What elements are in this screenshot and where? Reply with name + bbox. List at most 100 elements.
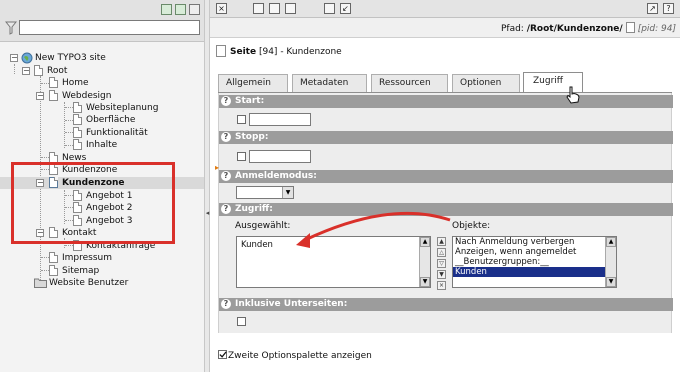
open-new-window-icon[interactable]: ↗: [647, 3, 658, 14]
include-subpages-checkbox[interactable]: [237, 317, 246, 326]
scroll-up-icon[interactable]: ▲: [420, 237, 430, 247]
section-login-mode: ? Anmeldemodus:: [219, 170, 673, 183]
scroll-up-icon[interactable]: ▲: [606, 237, 616, 247]
login-mode-select[interactable]: ▼: [236, 186, 294, 199]
section-stop: ? Stopp:: [219, 131, 673, 144]
path-prefix: Pfad:: [500, 24, 524, 34]
chevron-down-icon: ▼: [282, 187, 293, 198]
start-checkbox[interactable]: [237, 115, 246, 124]
scrollbar[interactable]: ▲ ▼: [419, 237, 430, 287]
field-marker-icon: ▸: [215, 163, 220, 172]
list-item[interactable]: Nach Anmeldung verbergen: [453, 237, 616, 247]
available-groups-list[interactable]: Nach Anmeldung verbergen Anzeigen, wenn …: [452, 236, 617, 288]
page-icon: [73, 139, 82, 150]
stop-date-input[interactable]: [249, 150, 311, 163]
title-name: - Kundenzone: [280, 47, 342, 57]
start-date-input[interactable]: [249, 113, 311, 126]
list-item[interactable]: Anzeigen, wenn angemeldet: [453, 247, 616, 257]
doc-toolbar: × ↙ ↗ ?: [210, 0, 680, 18]
page-path: Pfad: /Root/Kundenzone/ [pid: 94]: [501, 22, 676, 34]
page-icon: [49, 265, 58, 276]
page-icon: [73, 127, 82, 138]
path-bar: Pfad: /Root/Kundenzone/ [pid: 94]: [210, 18, 680, 38]
page-icon: [73, 114, 82, 125]
tree-toolbar: [0, 0, 204, 42]
section-access: ? Zugriff:: [219, 203, 673, 216]
tree-item-websiteplanung[interactable]: Websiteplanung: [86, 102, 158, 114]
filter-icon: [5, 21, 17, 35]
title-id: [94]: [258, 47, 278, 57]
scrollbar[interactable]: ▲ ▼: [605, 237, 616, 287]
help-icon[interactable]: ?: [221, 132, 231, 142]
page-icon: [49, 252, 58, 263]
collapse-icon[interactable]: −: [10, 54, 18, 62]
tab-ressourcen[interactable]: Ressourcen: [371, 74, 448, 92]
move-bottom-icon[interactable]: ▼: [437, 270, 446, 279]
folder-icon: [34, 278, 47, 288]
help-icon[interactable]: ?: [663, 3, 674, 14]
edit-pane: × ↙ ↗ ? Pfad: /Root/Kundenzone/ [pid: 94]…: [210, 0, 680, 372]
page-icon: [73, 102, 82, 113]
page-icon: [34, 65, 43, 76]
collapse-icon[interactable]: −: [36, 92, 44, 100]
tree-item-site[interactable]: New TYPO3 site: [35, 52, 106, 64]
tree-item-webdesign[interactable]: Webdesign: [62, 90, 111, 102]
help-icon[interactable]: ?: [221, 299, 231, 309]
close-icon[interactable]: ×: [216, 3, 227, 14]
save-view-icon[interactable]: [269, 3, 280, 14]
hand-cursor-icon: [566, 86, 580, 104]
globe-icon: [21, 52, 33, 64]
section-include-subpages: ? Inklusive Unterseiten:: [219, 298, 673, 311]
section-start: ? Start:: [219, 95, 673, 108]
second-palette-checkbox[interactable]: [218, 350, 227, 359]
page-icon: [625, 22, 635, 33]
clipboard-icon[interactable]: [189, 4, 200, 15]
objects-label: Objekte:: [452, 221, 491, 231]
tree-item-home[interactable]: Home: [62, 77, 89, 89]
help-icon[interactable]: ?: [221, 204, 231, 214]
list-item[interactable]: __Benutzergruppen:__: [453, 257, 616, 267]
scroll-down-icon[interactable]: ▼: [606, 277, 616, 287]
list-item-selected[interactable]: Kunden: [453, 267, 616, 277]
selected-groups-list[interactable]: Kunden ▲ ▼: [236, 236, 431, 288]
stop-checkbox[interactable]: [237, 152, 246, 161]
tree-item-sitemap[interactable]: Sitemap: [62, 265, 99, 277]
page-icon: [49, 90, 58, 101]
page-icon: [216, 45, 226, 57]
page-icon: [49, 77, 58, 88]
tree-item-inhalte[interactable]: Inhalte: [86, 139, 117, 151]
path-value: /Root/Kundenzone/: [526, 24, 623, 34]
tab-allgemein[interactable]: Allgemein: [218, 74, 288, 92]
save-icon[interactable]: [253, 3, 264, 14]
move-up-icon[interactable]: △: [437, 248, 446, 257]
scroll-down-icon[interactable]: ▼: [420, 277, 430, 287]
help-icon[interactable]: ?: [221, 171, 231, 181]
page-tree-pane: − New TYPO3 site − Root Home − Webdesign…: [0, 0, 205, 372]
remove-icon[interactable]: ×: [437, 281, 446, 290]
page-title: Seite [94] - Kundenzone: [216, 45, 342, 59]
move-down-icon[interactable]: ▽: [437, 259, 446, 268]
highlight-callout: [11, 162, 175, 244]
tab-metadaten[interactable]: Metadaten: [292, 74, 367, 92]
tab-optionen[interactable]: Optionen: [452, 74, 520, 92]
tree-item-website-benutzer[interactable]: Website Benutzer: [49, 277, 128, 289]
save-close-icon[interactable]: [285, 3, 296, 14]
path-pid: [pid: 94]: [637, 24, 676, 34]
tree-item-oberflaeche[interactable]: Oberfläche: [86, 114, 135, 126]
refresh-icon[interactable]: [175, 4, 186, 15]
move-top-icon[interactable]: ▲: [437, 237, 446, 246]
collapse-icon[interactable]: −: [22, 67, 30, 75]
help-icon[interactable]: ?: [221, 96, 231, 106]
title-type: Seite: [230, 47, 257, 57]
tree-item-funktionalitaet[interactable]: Funktionalität: [86, 127, 148, 139]
list-item[interactable]: Kunden: [237, 240, 430, 250]
tree-item-impressum[interactable]: Impressum: [62, 252, 112, 264]
tree-filter-input[interactable]: [19, 20, 200, 35]
access-form: ? Start: ? Stopp: ? Anmeldemodus: ▼ ? Zu…: [218, 93, 673, 333]
new-page-icon[interactable]: [161, 4, 172, 15]
delete-icon[interactable]: [324, 3, 335, 14]
undo-icon[interactable]: ↙: [340, 3, 351, 14]
second-palette-label: Zweite Optionspalette anzeigen: [228, 351, 372, 361]
selected-label: Ausgewählt:: [235, 221, 291, 231]
tree-item-root[interactable]: Root: [47, 65, 67, 77]
